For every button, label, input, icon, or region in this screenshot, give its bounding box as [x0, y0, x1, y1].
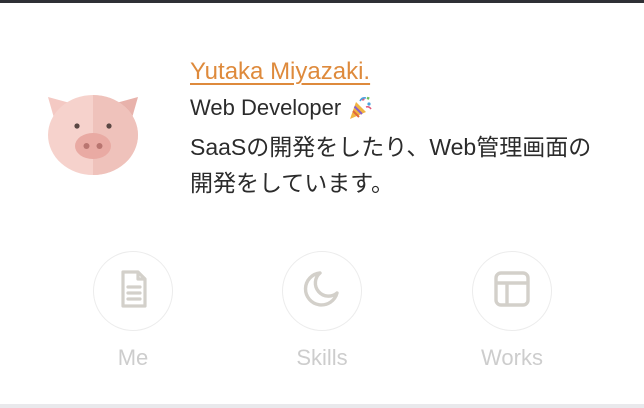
layout-icon: [489, 266, 535, 317]
nav-label-works: Works: [481, 345, 543, 370]
document-icon: [110, 266, 156, 317]
nav-item-skills[interactable]: Skills: [280, 251, 364, 376]
name-link[interactable]: Yutaka Miyazaki.: [190, 56, 370, 88]
role-line: Web Developer: [190, 93, 620, 123]
main-nav: Me Skills Works: [0, 251, 644, 381]
moon-icon: [299, 266, 345, 317]
profile-text: Yutaka Miyazaki. Web Developer SaaSの開発をし…: [190, 56, 620, 201]
nav-circle-me: [93, 251, 173, 331]
nav-label-skills: Skills: [296, 345, 348, 370]
top-border: [0, 0, 644, 3]
role-text: Web Developer: [190, 95, 342, 120]
nav-label-me: Me: [117, 345, 149, 370]
profile-description: SaaSの開発をしたり、Web管理画面の開発をしています。: [190, 134, 592, 196]
nav-circle-skills: [282, 251, 362, 331]
bottom-border: [0, 404, 644, 408]
pig-avatar-icon: [44, 89, 142, 177]
party-popper-icon: [347, 95, 373, 121]
nav-circle-works: [472, 251, 552, 331]
nav-item-works[interactable]: Works: [470, 251, 554, 376]
nav-item-me[interactable]: Me: [91, 251, 175, 376]
